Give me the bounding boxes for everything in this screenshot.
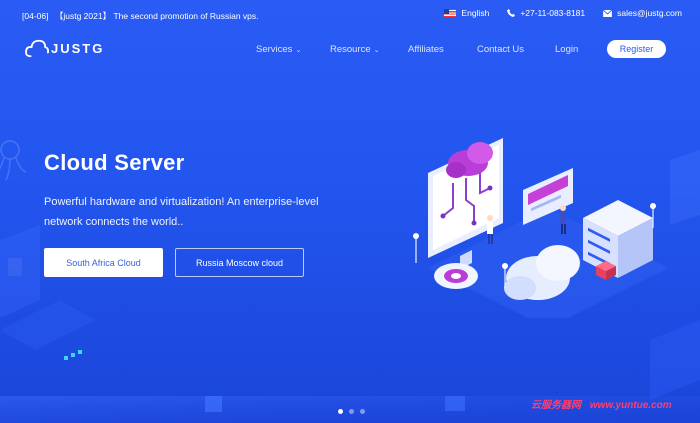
hero-subtitle: Powerful hardware and virtualization! An… <box>44 196 319 228</box>
nav-menu: Services ⌄ Resource ⌄ Affiliates Contact… <box>256 44 595 55</box>
nav-label: Contact Us <box>477 44 524 55</box>
phone-icon <box>507 9 516 17</box>
russia-moscow-cloud-button[interactable]: Russia Moscow cloud <box>175 248 304 277</box>
language-selector[interactable]: English <box>444 8 489 18</box>
nav-label: Affiliates <box>408 44 444 55</box>
nav-item-resource[interactable]: Resource ⌄ <box>330 44 408 55</box>
mail-icon <box>603 9 613 17</box>
us-flag-icon <box>444 9 457 17</box>
language-label: English <box>461 8 490 18</box>
register-button[interactable]: Register <box>607 40 666 58</box>
gear-icon <box>434 263 478 289</box>
carousel-dot[interactable] <box>360 409 365 414</box>
watermark-url: www.yuntue.com <box>589 400 672 411</box>
cloud-logo-icon <box>25 39 49 58</box>
hero-banner: [04-06] 【justg 2021】 The second promotio… <box>0 0 700 423</box>
chevron-down-icon: ⌄ <box>295 46 302 54</box>
announcement[interactable]: [04-06] 【justg 2021】 The second promotio… <box>22 10 259 22</box>
watermark: 云服务器网 www.yuntue.com <box>531 396 672 411</box>
nav-label: Login <box>555 44 579 55</box>
logo[interactable]: JUSTG <box>25 38 104 58</box>
south-africa-cloud-button[interactable]: South Africa Cloud <box>44 248 163 277</box>
email-address: sales@justg.com <box>617 8 682 18</box>
nav-item-affiliates[interactable]: Affiliates <box>408 44 477 55</box>
nav-item-services[interactable]: Services ⌄ <box>256 44 330 55</box>
nav-label: Services <box>256 44 293 55</box>
main-navigation: JUSTG Services ⌄ Resource ⌄ Affiliates C… <box>0 38 700 62</box>
carousel-dot[interactable] <box>349 409 354 414</box>
announcement-tag: 【justg 2021】 <box>54 11 112 21</box>
nav-item-contact-us[interactable]: Contact Us <box>477 44 555 55</box>
watermark-cn: 云服务器网 <box>531 400 581 411</box>
carousel-dot[interactable] <box>338 409 343 414</box>
email-contact[interactable]: sales@justg.com <box>603 8 682 18</box>
phone-contact: +27-11-083-8181 <box>507 8 585 18</box>
octopus-graphic <box>0 140 27 181</box>
carousel-pagination <box>338 409 365 414</box>
announcement-date: [04-06] <box>22 11 49 21</box>
top-announcement-bar: [04-06] 【justg 2021】 The second promotio… <box>0 0 700 28</box>
left-server-graphic <box>0 225 95 350</box>
cloud-server-illustration <box>413 138 668 318</box>
nav-item-login[interactable]: Login <box>555 44 595 55</box>
led-dots <box>64 350 82 360</box>
phone-number: +27-11-083-8181 <box>520 8 586 18</box>
hero-title: Cloud Server <box>44 150 185 175</box>
nav-label: Resource <box>330 44 371 55</box>
logo-text: JUSTG <box>51 40 105 56</box>
chevron-down-icon: ⌄ <box>373 46 380 54</box>
announcement-text: The second promotion of Russian vps. <box>113 11 259 21</box>
